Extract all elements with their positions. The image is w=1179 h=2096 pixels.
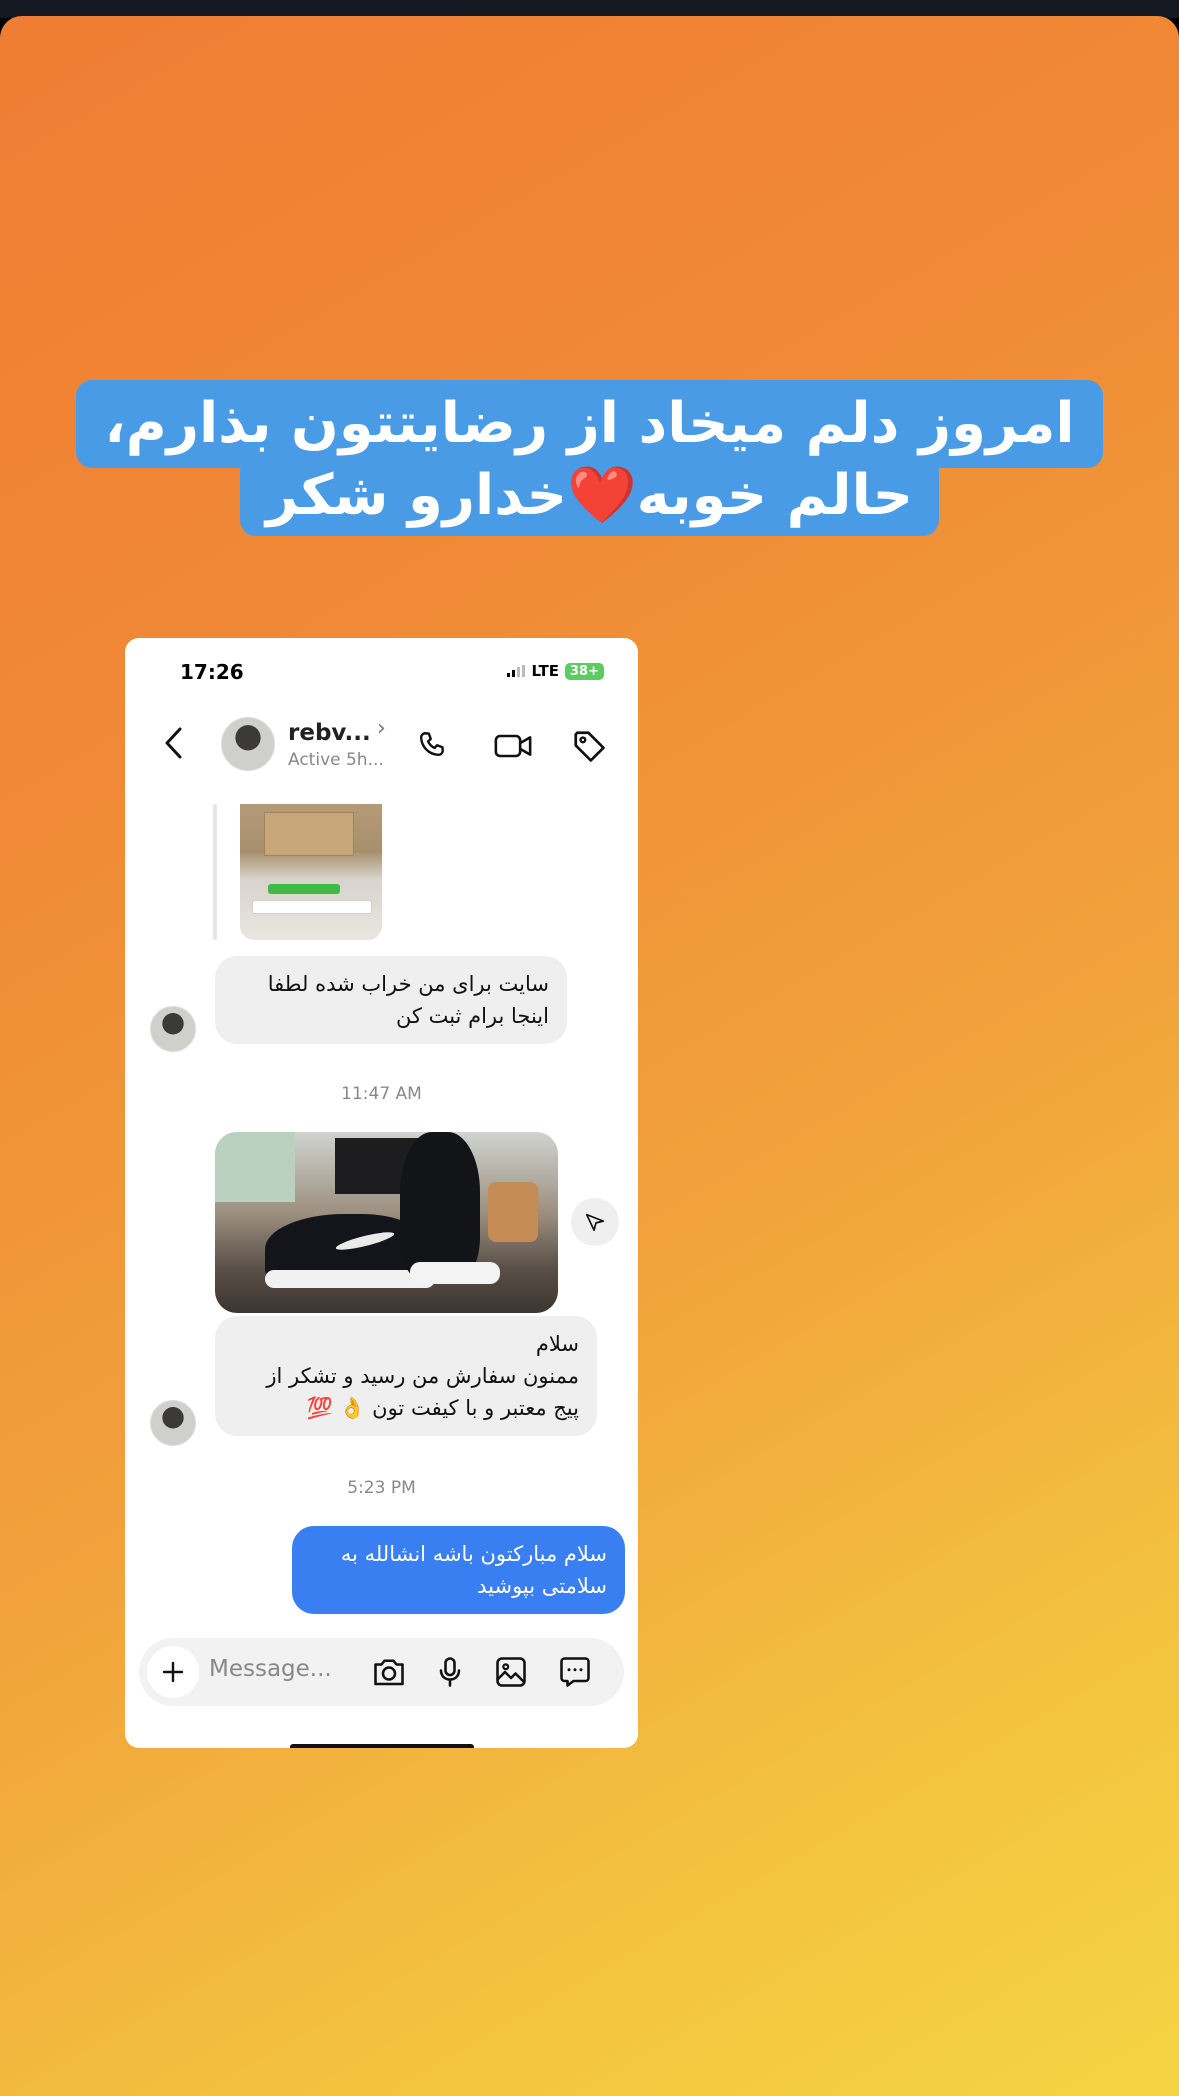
caption-text-1: امروز دلم میخاد از رضایتتون بذارم، <box>76 380 1103 468</box>
video-icon[interactable] <box>493 728 533 768</box>
story-caption-line-1: امروز دلم میخاد از رضایتتون بذارم، <box>0 380 1179 468</box>
camera-icon[interactable] <box>371 1654 407 1694</box>
story-caption-line-2: حالم خوبه❤️خدارو شکر <box>0 456 1179 536</box>
sticker-icon[interactable] <box>557 1654 593 1694</box>
phone-icon[interactable] <box>415 728 451 768</box>
story-background: امروز دلم میخاد از رضایتتون بذارم، حالم … <box>0 16 1179 2096</box>
contact-name[interactable]: rebv... <box>288 720 371 746</box>
chat-header: rebv... › Active 5h... <box>125 708 638 782</box>
microphone-icon[interactable] <box>432 1654 468 1694</box>
incoming-message-2[interactable]: سلام ممنون سفارش من رسید و تشکر از پیج م… <box>215 1316 597 1436</box>
sender-avatar[interactable] <box>150 1400 196 1446</box>
gallery-icon[interactable] <box>493 1654 529 1694</box>
status-time: 17:26 <box>180 660 244 684</box>
contact-avatar[interactable] <box>221 717 275 771</box>
sender-avatar[interactable] <box>150 1006 196 1052</box>
reply-indicator-line <box>213 804 217 940</box>
shared-post-image[interactable] <box>240 804 382 940</box>
message-composer <box>139 1638 624 1706</box>
message-photo-shoes[interactable] <box>215 1132 558 1313</box>
send-icon[interactable] <box>571 1198 619 1246</box>
tag-icon[interactable] <box>571 728 609 770</box>
home-indicator[interactable] <box>290 1744 474 1748</box>
status-indicators: LTE 38+ <box>507 662 604 680</box>
screenshot-card: 17:26 LTE 38+ rebv... › Active 5h... سای… <box>125 638 638 1748</box>
signal-icon <box>507 665 526 677</box>
message-input[interactable] <box>209 1656 379 1682</box>
chevron-right-icon: › <box>377 716 386 741</box>
timestamp-separator: 11:47 AM <box>341 1084 422 1104</box>
back-icon[interactable] <box>163 726 183 764</box>
plus-icon[interactable] <box>147 1646 199 1698</box>
incoming-message-1[interactable]: سایت برای من خراب شده لطفا اینجا برام ثب… <box>215 956 567 1044</box>
outgoing-message-1[interactable]: سلام مبارکتون باشه انشالله به سلامتی بپو… <box>292 1526 625 1614</box>
contact-status: Active 5h... <box>288 750 384 770</box>
timestamp-separator: 5:23 PM <box>347 1478 416 1498</box>
network-label: LTE <box>531 662 560 680</box>
caption-text-2: حالم خوبه❤️خدارو شکر <box>240 456 939 536</box>
battery-badge: 38+ <box>565 662 604 680</box>
